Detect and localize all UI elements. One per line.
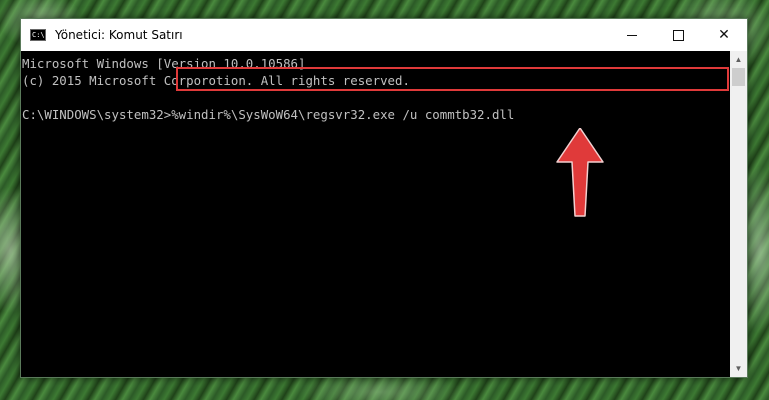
window-title: Yönetici: Komut Satırı — [55, 28, 183, 42]
cmd-app-icon: C:\ — [30, 29, 46, 41]
scroll-up-icon: ▲ — [734, 55, 743, 64]
vertical-scrollbar[interactable]: ▲ ▼ — [730, 51, 747, 377]
scroll-thumb[interactable] — [732, 68, 745, 86]
close-icon: ✕ — [718, 27, 730, 43]
up-arrow-icon — [556, 128, 604, 217]
command-prompt-window[interactable]: C:\ Yönetici: Komut Satırı ✕ Microsoft W… — [20, 18, 748, 378]
command-highlight-box — [176, 67, 729, 91]
cmd-icon-label: C:\ — [32, 31, 45, 39]
scroll-down-icon: ▼ — [734, 364, 743, 373]
console-output[interactable]: Microsoft Windows [Version 10.0.10586] (… — [21, 51, 730, 377]
scroll-up-button[interactable]: ▲ — [730, 51, 747, 68]
close-button[interactable]: ✕ — [701, 19, 747, 51]
title-bar[interactable]: C:\ Yönetici: Komut Satırı ✕ — [21, 19, 747, 51]
minimize-icon — [627, 34, 637, 36]
maximize-button[interactable] — [655, 19, 701, 51]
scroll-down-button[interactable]: ▼ — [730, 360, 747, 377]
minimize-button[interactable] — [609, 19, 655, 51]
maximize-icon — [672, 29, 684, 41]
console-command-line[interactable]: C:\WINDOWS\system32>%windir%\SysWoW64\re… — [22, 106, 730, 123]
